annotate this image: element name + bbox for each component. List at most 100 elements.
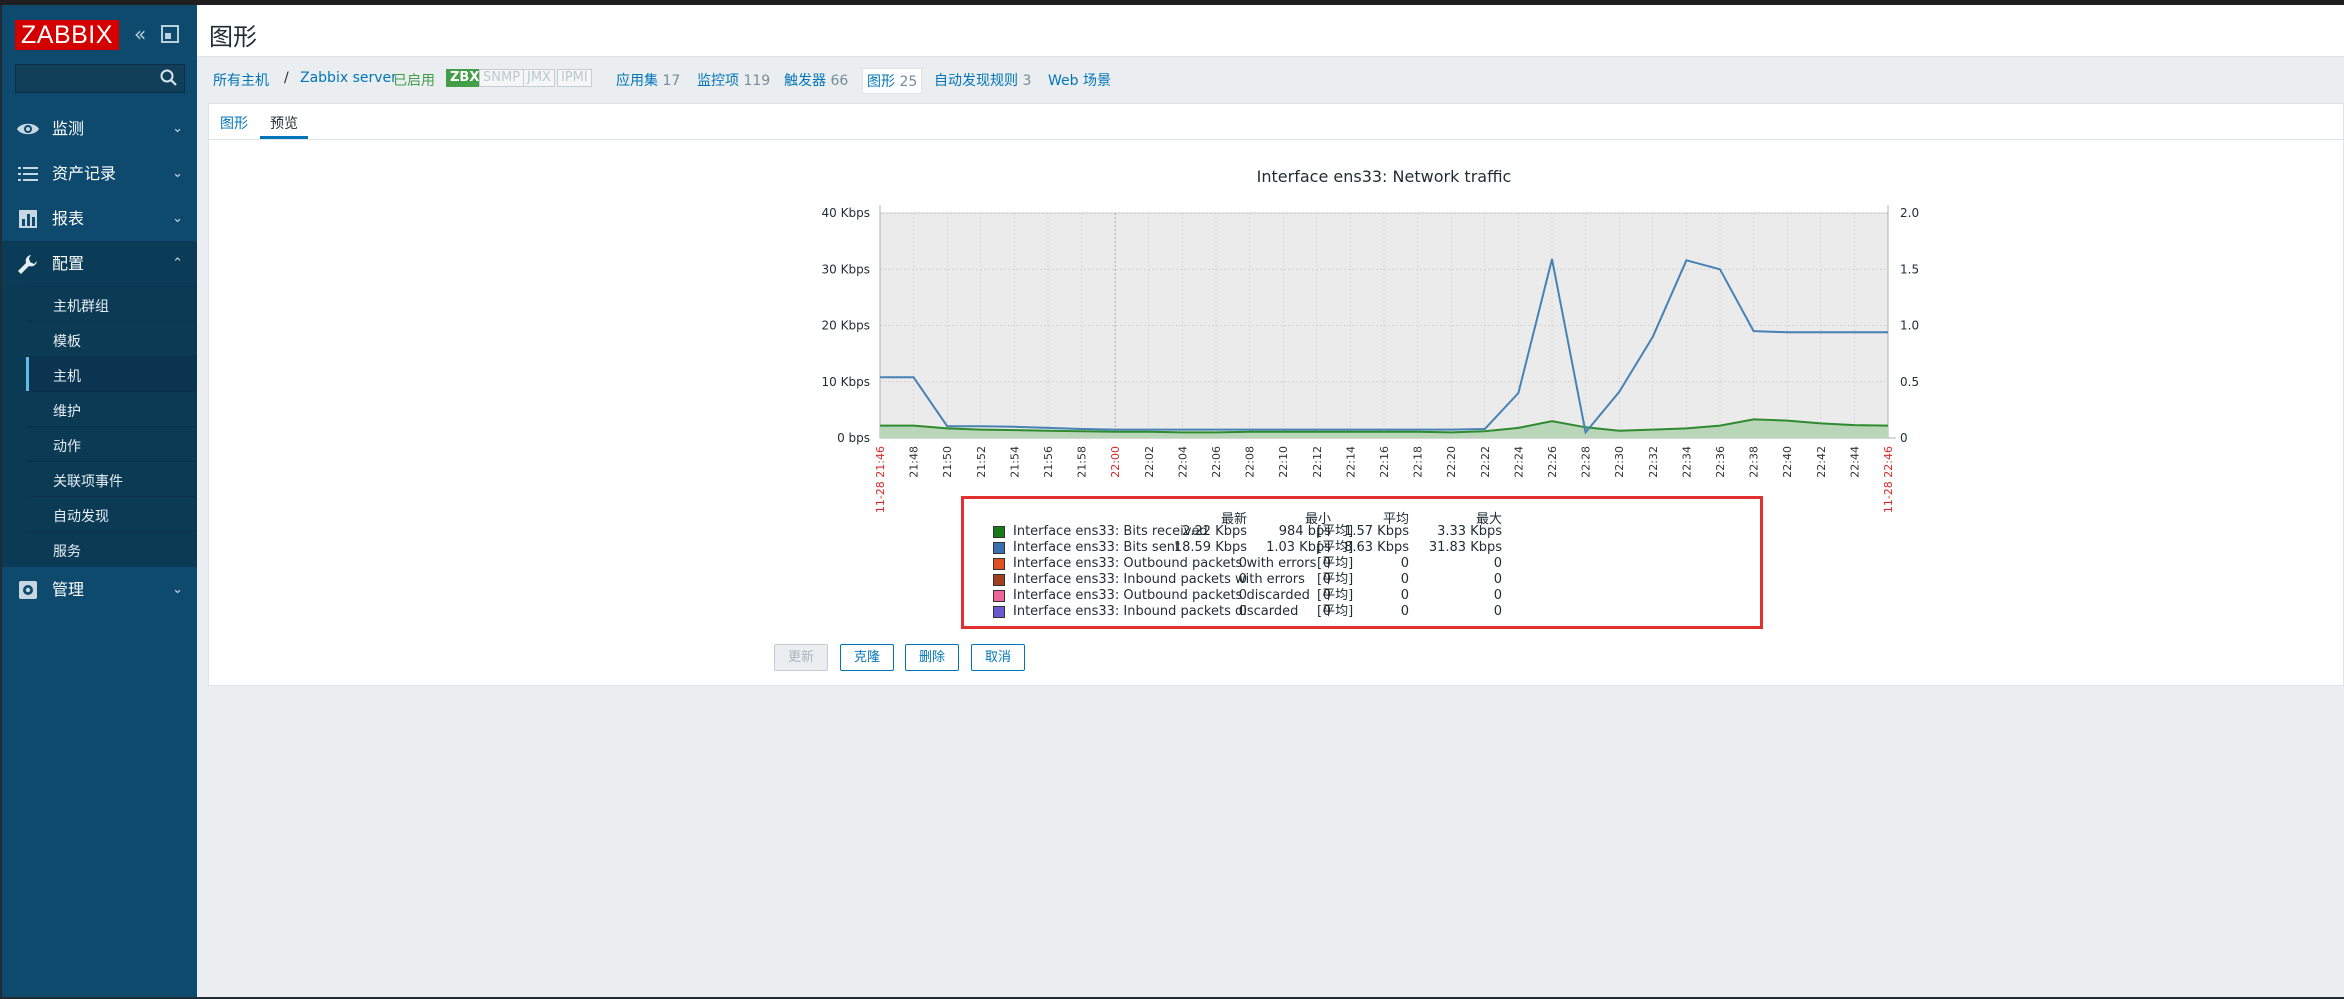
zabbix-logo[interactable]: ZABBIX: [15, 20, 119, 50]
menu-configuration-label: 配置: [52, 254, 85, 273]
submenu-discovery[interactable]: 自动发现: [26, 496, 197, 531]
link-label: 监控项: [697, 73, 739, 89]
x-tick-label: 22:40: [1781, 446, 1794, 478]
update-button[interactable]: 更新: [774, 644, 828, 671]
x-tick-label: 21:52: [975, 446, 988, 478]
kiosk-mode-icon[interactable]: [161, 25, 179, 43]
x-tick-label: 22:12: [1311, 446, 1324, 478]
link-triggers[interactable]: 触发器 66: [784, 70, 848, 90]
link-count: 3: [1022, 73, 1032, 89]
submenu-actions[interactable]: 动作: [26, 426, 197, 461]
legend-value: 0: [1400, 556, 1409, 571]
menu-administration-label: 管理: [52, 580, 85, 599]
collapse-sidebar-icon[interactable]: «: [134, 23, 156, 45]
y-tick-label: 0 bps: [837, 431, 870, 445]
legend-value: 0: [1493, 572, 1502, 587]
legend-swatch: [993, 606, 1005, 618]
breadcrumb-host[interactable]: Zabbix server: [300, 70, 397, 86]
link-label: 自动发现规则: [934, 73, 1018, 89]
submenu-templates[interactable]: 模板: [26, 321, 197, 356]
legend-value: 3.33 Kbps: [1437, 524, 1502, 539]
submenu-hosts[interactable]: 主机: [26, 356, 197, 392]
tab-graph[interactable]: 图形: [220, 113, 248, 133]
legend-item-name: Interface ens33: Bits sent: [1013, 540, 1181, 555]
legend-value: 0: [1400, 604, 1409, 619]
x-tick-label: 22:26: [1546, 446, 1559, 478]
zbx-availability-badge: ZBX: [446, 69, 484, 87]
submenu-event-correlation[interactable]: 关联项事件: [26, 461, 197, 496]
clone-button[interactable]: 克隆: [840, 644, 894, 671]
y-tick-label: 20 Kbps: [822, 319, 870, 333]
legend-swatch: [993, 590, 1005, 602]
menu-reports-label: 报表: [52, 209, 85, 228]
link-web-scenarios[interactable]: Web 场景: [1048, 70, 1111, 90]
cancel-button[interactable]: 取消: [971, 644, 1025, 671]
submenu-services[interactable]: 服务: [26, 531, 197, 566]
x-tick-label: 22:14: [1344, 446, 1357, 478]
legend-value: 8.63 Kbps: [1344, 540, 1409, 555]
menu-inventory-label: 资产记录: [52, 164, 117, 183]
link-discovery-rules[interactable]: 自动发现规则 3: [934, 70, 1031, 90]
legend-row: Interface ens33: Outbound packets with e…: [964, 556, 1760, 572]
host-status-enabled[interactable]: 已启用: [393, 70, 435, 90]
menu-administration[interactable]: 管理 ⌄: [2, 567, 197, 612]
submenu-host-groups[interactable]: 主机群组: [26, 286, 197, 321]
x-tick-label: 22:10: [1277, 446, 1290, 478]
link-applications[interactable]: 应用集 17: [616, 70, 680, 90]
x-tick-label: 22:24: [1512, 446, 1525, 478]
legend-value: 0: [1238, 556, 1247, 571]
breadcrumb-all-hosts[interactable]: 所有主机: [213, 70, 269, 90]
legend-value: 2.22 Kbps: [1182, 524, 1247, 539]
submenu-label: 主机群组: [53, 299, 109, 315]
submenu-label: 维护: [53, 404, 81, 420]
chevron-down-icon: ⌄: [172, 121, 183, 136]
x-tick-label: 21:54: [1008, 446, 1021, 478]
breadcrumb-separator: /: [284, 70, 289, 86]
link-items[interactable]: 监控项 119: [697, 70, 770, 90]
x-tick-label: 22:04: [1176, 446, 1189, 478]
legend-value: 0: [1322, 556, 1331, 571]
tab-bar: 图形 预览: [209, 104, 2344, 140]
active-tab-indicator: [260, 136, 308, 139]
legend-value: 0: [1322, 588, 1331, 603]
menu-inventory[interactable]: 资产记录 ⌄: [2, 151, 197, 196]
x-tick-label: 22:30: [1613, 446, 1626, 478]
link-count: 119: [743, 73, 771, 89]
submenu-label: 自动发现: [53, 509, 109, 525]
search-icon[interactable]: [159, 68, 179, 88]
link-count: 25: [899, 74, 918, 90]
legend-row: Interface ens33: Bits sent [平均] 18.59 Kbps…: [964, 540, 1760, 556]
x-tick-label: 22:00: [1109, 446, 1122, 478]
menu-reports[interactable]: 报表 ⌄: [2, 196, 197, 241]
link-count: 17: [662, 73, 681, 89]
link-graphs[interactable]: 图形 25: [862, 68, 923, 94]
y-right-tick-label: 2.0: [1900, 206, 1919, 220]
legend-value: 0: [1400, 588, 1409, 603]
x-tick-label: 21:56: [1042, 446, 1055, 478]
legend-value: 0: [1238, 588, 1247, 603]
legend-value: 0: [1493, 604, 1502, 619]
x-tick-label: 22:20: [1445, 446, 1458, 478]
menu-monitoring-label: 监测: [52, 119, 85, 138]
ipmi-availability-badge: IPMI: [557, 69, 592, 87]
graph-title: Interface ens33: Network traffic: [1257, 167, 1512, 186]
jmx-availability-badge: JMX: [523, 69, 555, 87]
delete-button[interactable]: 删除: [905, 644, 959, 671]
link-label: 图形: [867, 74, 895, 90]
x-tick-label: 22:42: [1815, 446, 1828, 478]
sidebar: ZABBIX « 监测 ⌄ 资产记录 ⌄ 报表 ⌄ 配置 ⌃ 主机群组 模板 主…: [2, 5, 197, 997]
search-input[interactable]: [15, 64, 185, 93]
menu-monitoring[interactable]: 监测 ⌄: [2, 106, 197, 151]
submenu-maintenance[interactable]: 维护: [26, 391, 197, 426]
x-tick-label: 22:08: [1244, 446, 1257, 478]
configuration-submenu: 主机群组 模板 主机 维护 动作 关联项事件 自动发现 服务: [2, 286, 197, 567]
link-label: 触发器: [784, 73, 826, 89]
menu-configuration[interactable]: 配置 ⌃: [2, 241, 197, 286]
link-count: 66: [830, 73, 849, 89]
x-tick-label: 22:06: [1210, 446, 1223, 478]
legend-value: 1.57 Kbps: [1344, 524, 1409, 539]
legend-value: 0: [1400, 572, 1409, 587]
y-right-tick-label: 0.5: [1900, 375, 1919, 389]
tab-preview[interactable]: 预览: [270, 113, 298, 133]
logo-row: ZABBIX «: [2, 5, 197, 55]
